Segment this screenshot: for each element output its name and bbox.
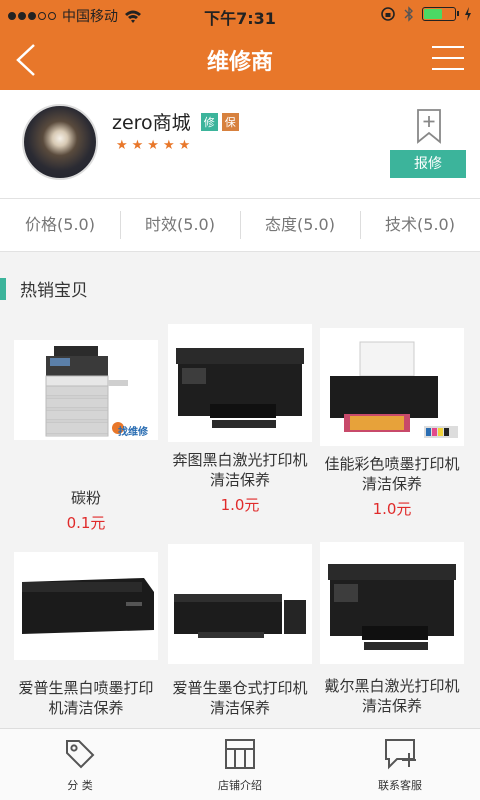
charging-icon	[465, 7, 471, 21]
product-price: 1.0元	[372, 500, 412, 518]
section-header: 热销宝贝	[0, 270, 480, 306]
product-image[interactable]	[14, 552, 158, 660]
report-repair-button[interactable]: 报修	[390, 150, 466, 178]
product-image[interactable]	[320, 542, 464, 664]
tab-store-intro[interactable]: 店铺介绍	[160, 729, 320, 800]
product-price: 0.1元	[66, 514, 106, 532]
product-grid: 找维修 碳粉 0.1元 奔图黑白激光打印机清洁保养 1.0元 佳能彩色喷墨打印机…	[0, 322, 480, 727]
inkjet-printer-image	[330, 341, 458, 438]
orientation-lock-icon	[381, 7, 395, 21]
laser-printer-image	[176, 348, 304, 428]
tab-customer-service[interactable]: 联系客服	[320, 729, 480, 800]
bookmark-add-icon[interactable]	[416, 108, 442, 144]
tab-label: 分 类	[67, 779, 93, 792]
tab-label: 店铺介绍	[218, 779, 262, 792]
bottom-tab-bar: 分 类 店铺介绍 联系客服	[0, 728, 480, 800]
section-title: 热销宝贝	[20, 281, 88, 301]
store-icon	[225, 739, 255, 769]
product-image[interactable]	[320, 328, 464, 446]
product-name: 奔图黑白激光打印机清洁保养	[172, 451, 308, 489]
product-price: 1.0元	[220, 496, 260, 514]
repair-badge: 修	[200, 113, 218, 131]
menu-icon[interactable]	[432, 46, 464, 72]
tab-label: 联系客服	[378, 779, 422, 792]
status-icons	[380, 6, 472, 22]
product-card[interactable]: 戴尔黑白激光打印机清洁保养	[318, 542, 466, 720]
shop-name: zero商城	[112, 112, 191, 134]
navigation-bar: 维修商	[0, 30, 480, 90]
shop-name-row: zero商城 修保	[112, 108, 239, 135]
product-card[interactable]: 找维修 碳粉 0.1元	[12, 340, 160, 533]
rating-skill: 技术(5.0)	[360, 199, 480, 251]
product-image[interactable]	[168, 324, 312, 442]
product-card[interactable]: 爱普生黑白喷墨打印机清洁保养	[12, 552, 160, 722]
rating-attitude: 态度(5.0)	[240, 199, 360, 251]
watermark-text: 找维修	[118, 427, 148, 438]
product-name: 碳粉	[70, 489, 101, 507]
chat-plus-icon	[385, 739, 416, 770]
product-card[interactable]: 爱普生墨仓式打印机清洁保养	[166, 544, 314, 722]
ink-tank-printer-image	[174, 594, 306, 638]
bluetooth-icon	[404, 6, 413, 22]
product-card[interactable]: 奔图黑白激光打印机清洁保养 1.0元	[166, 324, 314, 515]
product-name: 爱普生黑白喷墨打印机清洁保养	[18, 679, 154, 717]
guarantee-badge: 保	[221, 113, 239, 131]
tag-icon	[66, 740, 95, 769]
rating-price: 价格(5.0)	[25, 215, 95, 234]
rating-timeliness: 时效(5.0)	[120, 199, 240, 251]
inkjet-printer-image	[22, 578, 154, 634]
shop-header: zero商城 修保 ★★★★★ 报修	[0, 90, 480, 198]
product-name: 佳能彩色喷墨打印机清洁保养	[324, 455, 460, 493]
status-bar: 中国移动 下午7:31	[0, 0, 480, 30]
product-name: 戴尔黑白激光打印机清洁保养	[324, 677, 460, 715]
product-name: 爱普生墨仓式打印机清洁保养	[172, 679, 308, 717]
shop-avatar[interactable]	[22, 104, 98, 180]
product-card[interactable]: 佳能彩色喷墨打印机清洁保养 1.0元	[318, 328, 466, 519]
ratings-bar: 价格(5.0) 时效(5.0) 态度(5.0) 技术(5.0)	[0, 198, 480, 252]
product-image[interactable]: 找维修	[14, 340, 158, 440]
battery-icon	[422, 7, 459, 21]
product-image[interactable]	[168, 544, 312, 664]
tab-category[interactable]: 分 类	[0, 729, 160, 800]
section-accent-bar	[0, 278, 6, 300]
laser-printer-image	[328, 564, 456, 650]
star-rating: ★★★★★	[116, 138, 195, 153]
page-title: 维修商	[206, 50, 273, 75]
